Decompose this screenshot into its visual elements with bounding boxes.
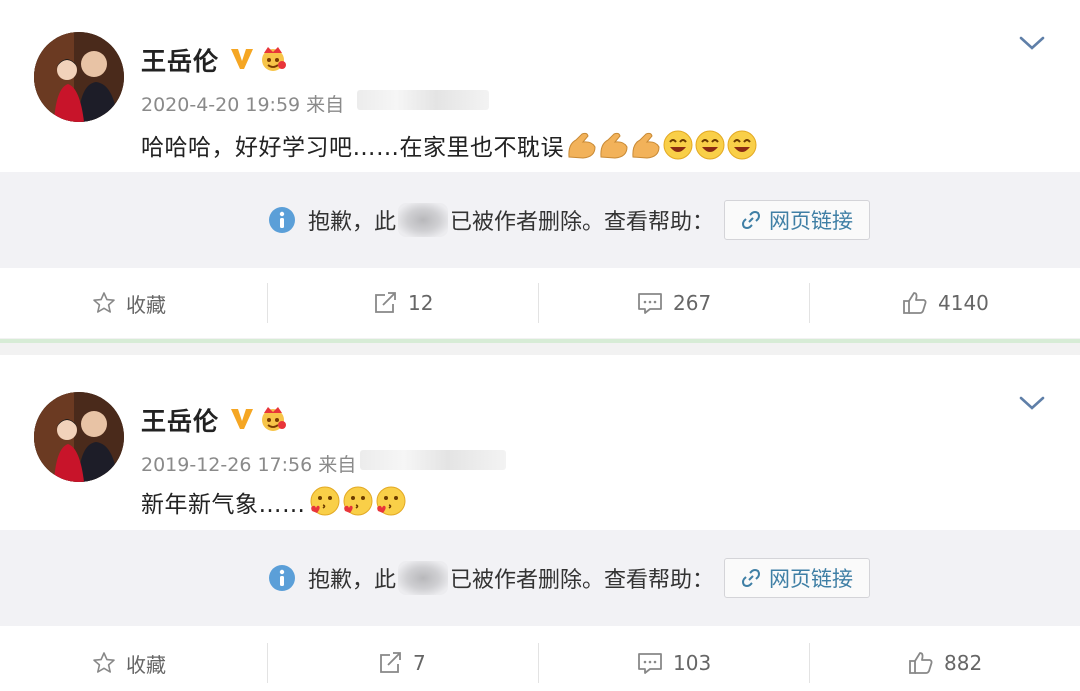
like-button[interactable]: 882 bbox=[908, 628, 982, 691]
divider bbox=[538, 283, 539, 323]
kissing-heart-face-emoji bbox=[376, 486, 405, 516]
verified-v-icon[interactable] bbox=[228, 404, 256, 432]
emoji-group bbox=[308, 485, 407, 519]
comment-count: 103 bbox=[673, 651, 712, 675]
verified-v-icon[interactable] bbox=[228, 44, 256, 72]
laughing-face-emoji bbox=[727, 130, 757, 160]
vip-crown-badge-icon[interactable] bbox=[258, 43, 288, 73]
action-bar: 收藏 12 267 4140 bbox=[0, 268, 1080, 338]
author-name[interactable]: 王岳伦 bbox=[141, 402, 219, 438]
favorite-button[interactable]: 收藏 bbox=[92, 268, 166, 338]
favorite-label: 收藏 bbox=[126, 652, 166, 677]
avatar-photo bbox=[34, 32, 124, 122]
strong-arm-emoji bbox=[568, 132, 596, 159]
deleted-notice-suffix: 已被作者删除。查看帮助： bbox=[450, 568, 715, 593]
thumbs-up-icon bbox=[903, 292, 927, 314]
divider bbox=[538, 643, 539, 683]
emoji-group bbox=[566, 129, 758, 161]
divider bbox=[809, 283, 810, 323]
post-text: 哈哈哈，好好学习吧……在家里也不耽误 bbox=[141, 135, 564, 161]
divider bbox=[267, 643, 268, 683]
kissing-heart-face-emoji bbox=[343, 486, 372, 516]
post-text: 新年新气象…… bbox=[141, 492, 306, 518]
post-timestamp: 2019-12-26 17:56 来自 bbox=[141, 454, 357, 476]
post-separator bbox=[0, 338, 1080, 355]
avatar[interactable] bbox=[34, 32, 124, 122]
info-icon bbox=[269, 565, 295, 591]
blurred-word bbox=[398, 561, 449, 595]
web-link-button[interactable]: 网页链接 bbox=[724, 200, 871, 240]
kissing-heart-face-emoji bbox=[310, 486, 339, 516]
blurred-word bbox=[398, 203, 449, 237]
comment-icon bbox=[638, 653, 662, 674]
comment-icon bbox=[638, 293, 662, 314]
divider bbox=[809, 643, 810, 683]
link-icon bbox=[742, 211, 761, 229]
deleted-notice: 抱歉，此 已被作者删除。查看帮助： 网页链接 bbox=[0, 172, 1080, 268]
action-bar: 收藏 7 103 882 bbox=[0, 628, 1080, 691]
deleted-notice-prefix: 抱歉，此 bbox=[308, 210, 397, 235]
blurred-source bbox=[357, 90, 489, 110]
divider bbox=[267, 283, 268, 323]
vip-crown-badge-icon[interactable] bbox=[258, 403, 288, 433]
comment-count: 267 bbox=[673, 291, 712, 315]
star-icon bbox=[93, 292, 115, 313]
deleted-notice-suffix: 已被作者删除。查看帮助： bbox=[450, 210, 715, 235]
deleted-notice-prefix: 抱歉，此 bbox=[308, 568, 397, 593]
favorite-button[interactable]: 收藏 bbox=[92, 628, 166, 691]
chevron-down-icon[interactable] bbox=[1019, 35, 1045, 51]
post-content: 新年新气象…… bbox=[141, 485, 407, 519]
web-link-button[interactable]: 网页链接 bbox=[724, 558, 871, 598]
avatar-photo bbox=[34, 392, 124, 482]
comment-button[interactable]: 103 bbox=[637, 628, 711, 691]
weibo-post: 王岳伦 2020-4-20 19:59 来自 哈哈哈，好好学习吧……在家里也不耽… bbox=[0, 0, 1080, 338]
post-timestamp: 2020-4-20 19:59 来自 bbox=[141, 94, 345, 116]
repost-icon bbox=[375, 292, 396, 313]
repost-button[interactable]: 7 bbox=[377, 628, 426, 691]
strong-arm-emoji bbox=[600, 132, 628, 159]
chevron-down-icon[interactable] bbox=[1019, 395, 1045, 411]
blurred-source bbox=[360, 450, 506, 470]
laughing-face-emoji bbox=[663, 130, 693, 160]
web-link-label: 网页链接 bbox=[769, 567, 854, 591]
repost-icon bbox=[380, 652, 401, 673]
author-name[interactable]: 王岳伦 bbox=[141, 42, 219, 78]
post-content: 哈哈哈，好好学习吧……在家里也不耽误 bbox=[141, 128, 758, 162]
deleted-notice: 抱歉，此 已被作者删除。查看帮助： 网页链接 bbox=[0, 530, 1080, 626]
laughing-face-emoji bbox=[695, 130, 725, 160]
favorite-label: 收藏 bbox=[126, 292, 166, 317]
weibo-post: 王岳伦 2019-12-26 17:56 来自 新年新气象…… 抱歉，此 已被作… bbox=[0, 355, 1080, 691]
repost-count: 7 bbox=[413, 651, 426, 675]
strong-arm-emoji bbox=[632, 132, 660, 159]
star-icon bbox=[93, 652, 115, 673]
thumbs-up-icon bbox=[909, 652, 933, 674]
like-button[interactable]: 4140 bbox=[902, 268, 989, 338]
link-icon bbox=[742, 569, 761, 587]
info-icon bbox=[269, 207, 295, 233]
like-count: 882 bbox=[944, 651, 983, 675]
avatar[interactable] bbox=[34, 392, 124, 482]
repost-button[interactable]: 12 bbox=[372, 268, 433, 338]
comment-button[interactable]: 267 bbox=[637, 268, 711, 338]
web-link-label: 网页链接 bbox=[769, 209, 854, 233]
repost-count: 12 bbox=[408, 291, 434, 315]
like-count: 4140 bbox=[938, 291, 989, 315]
